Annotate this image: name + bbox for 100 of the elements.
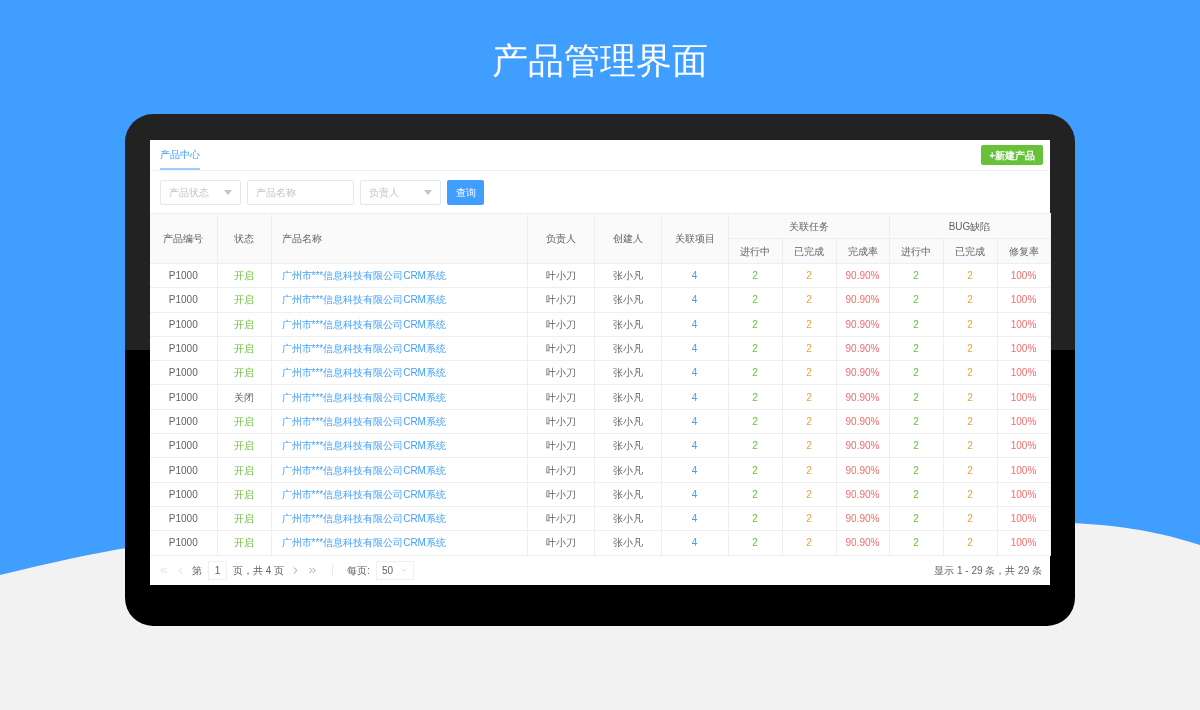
status-cell: 开启 <box>217 482 271 507</box>
product-link[interactable]: 广州市***信息科技有限公司CRM系统 <box>281 464 446 476</box>
table-cell: 叶小刀 <box>527 287 594 313</box>
table-cell: 4 <box>661 263 728 288</box>
table-cell: 2 <box>728 287 782 313</box>
per-page-select[interactable]: 50 <box>375 560 414 580</box>
column-header: 进行中 <box>728 238 782 264</box>
table-cell: 2 <box>889 457 944 483</box>
product-link[interactable]: 广州市***信息科技有限公司CRM系统 <box>281 270 446 282</box>
table-cell: 4 <box>661 336 728 361</box>
table-cell: 2 <box>782 287 836 313</box>
column-group-header: BUG缺陷 <box>889 213 1051 239</box>
column-header: 产品编号 <box>150 213 217 264</box>
table-cell: 2 <box>943 385 998 410</box>
table-cell: 2 <box>889 360 944 385</box>
table-cell: 张小凡 <box>594 336 661 361</box>
page-label: 第 <box>192 563 202 578</box>
column-header: 创建人 <box>594 213 661 264</box>
table-cell: 2 <box>889 263 944 288</box>
status-cell: 开启 <box>217 360 271 385</box>
table-cell: 2 <box>728 385 782 410</box>
column-header: 完成率 <box>836 238 890 264</box>
table-cell: 4 <box>661 385 728 410</box>
table-cell: 100% <box>997 287 1051 313</box>
table-cell: 2 <box>728 530 782 556</box>
table-cell: 叶小刀 <box>527 385 594 410</box>
table-cell: P1000 <box>150 336 217 361</box>
table-cell: 4 <box>661 287 728 313</box>
table-cell: 2 <box>782 312 836 337</box>
table-cell: 2 <box>728 263 782 288</box>
table-cell: 90.90% <box>836 409 890 434</box>
table-cell: 100% <box>997 360 1051 385</box>
table-cell: 叶小刀 <box>527 263 594 288</box>
product-link[interactable]: 广州市***信息科技有限公司CRM系统 <box>281 415 446 427</box>
column-header: 产品名称 <box>271 213 527 264</box>
table-cell: 叶小刀 <box>527 506 594 531</box>
table-cell: 100% <box>997 482 1051 507</box>
table-cell: 张小凡 <box>594 530 661 556</box>
table-cell: 90.90% <box>836 287 890 313</box>
table-cell: 张小凡 <box>594 263 661 288</box>
status-cell: 关闭 <box>217 385 271 410</box>
table-cell: P1000 <box>150 385 217 410</box>
table-cell: 2 <box>728 482 782 507</box>
table-cell: 2 <box>728 312 782 337</box>
product-link[interactable]: 广州市***信息科技有限公司CRM系统 <box>281 294 446 306</box>
status-cell: 开启 <box>217 409 271 434</box>
column-header: 状态 <box>217 213 271 264</box>
column-header: 已完成 <box>943 238 998 264</box>
product-link[interactable]: 广州市***信息科技有限公司CRM系统 <box>281 488 446 500</box>
search-button[interactable]: 查询 <box>447 179 484 205</box>
product-link[interactable]: 广州市***信息科技有限公司CRM系统 <box>281 513 446 525</box>
product-link[interactable]: 广州市***信息科技有限公司CRM系统 <box>281 537 446 549</box>
product-link[interactable]: 广州市***信息科技有限公司CRM系统 <box>281 367 446 379</box>
column-header: 进行中 <box>889 238 944 264</box>
table-cell: 90.90% <box>836 506 890 531</box>
table-cell: P1000 <box>150 506 217 531</box>
status-cell: 开启 <box>217 336 271 361</box>
table-cell: 2 <box>782 506 836 531</box>
table-cell: 2 <box>728 336 782 361</box>
status-cell: 开启 <box>217 433 271 458</box>
product-link[interactable]: 广州市***信息科技有限公司CRM系统 <box>281 343 446 355</box>
page-total-label: 页，共 4 页 <box>233 563 285 578</box>
table-cell: 叶小刀 <box>527 433 594 458</box>
table-cell: 2 <box>782 263 836 288</box>
table-cell: 2 <box>889 530 944 556</box>
table-cell: P1000 <box>150 482 217 507</box>
table-cell: 4 <box>661 433 728 458</box>
page-field[interactable]: 1 <box>208 560 227 580</box>
table-cell: 100% <box>997 385 1051 410</box>
table-cell: 2 <box>943 409 998 434</box>
table-cell: 90.90% <box>836 360 890 385</box>
table-cell: 2 <box>782 530 836 556</box>
table-cell: 张小凡 <box>594 312 661 337</box>
table-cell: 2 <box>889 433 944 458</box>
status-cell: 开启 <box>217 506 271 531</box>
table-cell: P1000 <box>150 433 217 458</box>
table-cell: 100% <box>997 457 1051 483</box>
product-link[interactable]: 广州市***信息科技有限公司CRM系统 <box>281 318 446 330</box>
caret-icon <box>224 189 232 195</box>
table-cell: 2 <box>728 409 782 434</box>
table-cell: P1000 <box>150 263 217 288</box>
tab[interactable]: 产品中心 <box>160 140 200 170</box>
table-cell: 100% <box>997 433 1051 458</box>
table-cell: 100% <box>997 506 1051 531</box>
table-cell: 2 <box>943 506 998 531</box>
product-link[interactable]: 广州市***信息科技有限公司CRM系统 <box>281 391 446 403</box>
column-group-header: 关联任务 <box>728 213 890 239</box>
table-cell: 2 <box>782 482 836 507</box>
new-product-button[interactable]: +新建产品 <box>981 145 1043 165</box>
table-cell: 2 <box>943 360 998 385</box>
table-cell: 90.90% <box>836 312 890 337</box>
status-cell: 开启 <box>217 263 271 288</box>
table-cell: 叶小刀 <box>527 409 594 434</box>
table-cell: 4 <box>661 312 728 337</box>
table-cell: 2 <box>782 457 836 483</box>
caret-icon <box>424 189 432 195</box>
table-cell: 90.90% <box>836 263 890 288</box>
table-cell: 2 <box>943 263 998 288</box>
column-header: 修复率 <box>997 238 1051 264</box>
product-link[interactable]: 广州市***信息科技有限公司CRM系统 <box>281 440 446 452</box>
